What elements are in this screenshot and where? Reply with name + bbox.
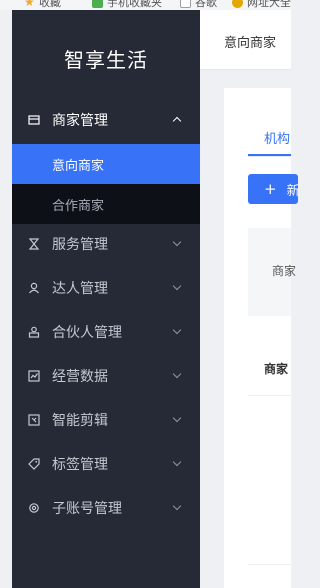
- gear-icon: [28, 502, 40, 514]
- add-button[interactable]: + 新: [248, 174, 298, 204]
- menu-item-label: 达人管理: [52, 281, 108, 297]
- menu-item-label: 标签管理: [52, 457, 108, 473]
- add-button-label: 新: [286, 183, 298, 199]
- phone-icon: [92, 0, 103, 8]
- sidebar: 智享生活 商家管理 意向商家 合作商家 服务管理 达人管理 合伙人管理 经营数据…: [12, 10, 200, 588]
- chevron-down-icon: [172, 501, 182, 511]
- submenu-item-partner-merchants[interactable]: 合作商家: [12, 184, 200, 224]
- tab-intended-merchants[interactable]: 意向商家: [224, 32, 276, 51]
- table-header: 商家: [248, 228, 296, 316]
- menu-item-label: 商家管理: [52, 113, 108, 129]
- tab-institution[interactable]: 机构: [264, 128, 290, 147]
- bookmark-item[interactable]: 谷歌: [180, 0, 217, 10]
- menu-item-merchant-management[interactable]: 商家管理: [12, 100, 200, 140]
- menu-item-influencer-management[interactable]: 达人管理: [12, 268, 200, 308]
- menu-item-partner-management[interactable]: 合伙人管理: [12, 312, 200, 352]
- chevron-down-icon: [172, 281, 182, 291]
- submenu-item-label: 意向商家: [52, 158, 105, 174]
- menu-item-tag-management[interactable]: 标签管理: [12, 444, 200, 484]
- star-icon: ★: [24, 0, 35, 9]
- table-row[interactable]: 商家: [248, 340, 291, 396]
- brand-title: 智享生活: [64, 48, 148, 72]
- menu-item-label: 合伙人管理: [52, 325, 122, 341]
- active-tab-indicator: [248, 154, 291, 156]
- hourglass-icon: [28, 238, 40, 250]
- bookmark-item[interactable]: 手机收藏夹: [92, 0, 162, 10]
- chevron-up-icon: [172, 116, 182, 126]
- partner-icon: [28, 326, 40, 338]
- shop-icon: [28, 114, 40, 126]
- chart-icon: [28, 370, 40, 382]
- menu-item-label: 服务管理: [52, 237, 108, 253]
- table-divider: [248, 564, 291, 565]
- page-icon: [180, 0, 191, 8]
- globe-icon: [232, 0, 243, 8]
- menu-item-label: 智能剪辑: [52, 413, 108, 429]
- edit-icon: [28, 414, 40, 426]
- bookmark-item[interactable]: ★ 收藏: [24, 0, 61, 10]
- chevron-down-icon: [172, 369, 182, 379]
- plus-icon: +: [264, 180, 277, 198]
- browser-bookmarks-bar: ★ 收藏 手机收藏夹 谷歌 网址大全: [0, 0, 291, 10]
- chevron-down-icon: [172, 413, 182, 423]
- content-card: 机构 + 新 商家 商家: [224, 88, 298, 588]
- chevron-down-icon: [172, 237, 182, 247]
- menu-item-smart-editing[interactable]: 智能剪辑: [12, 400, 200, 440]
- submenu-item-intended-merchants[interactable]: 意向商家: [12, 144, 200, 184]
- table-cell: 商家: [264, 362, 289, 376]
- user-icon: [28, 282, 40, 294]
- menu-item-label: 子账号管理: [52, 501, 122, 517]
- menu-item-label: 经营数据: [52, 369, 108, 385]
- bookmark-item[interactable]: 网址大全: [232, 0, 291, 10]
- chevron-down-icon: [172, 457, 182, 467]
- chevron-down-icon: [172, 325, 182, 335]
- table-header-cell: 商家: [272, 264, 297, 278]
- menu-item-business-data[interactable]: 经营数据: [12, 356, 200, 396]
- menu-item-service-management[interactable]: 服务管理: [12, 224, 200, 264]
- submenu-item-label: 合作商家: [52, 198, 105, 214]
- top-tab-bar: 意向商家: [200, 10, 291, 70]
- tag-icon: [28, 458, 40, 470]
- menu-item-subaccount-management[interactable]: 子账号管理: [12, 488, 200, 528]
- tab-divider: [248, 156, 291, 157]
